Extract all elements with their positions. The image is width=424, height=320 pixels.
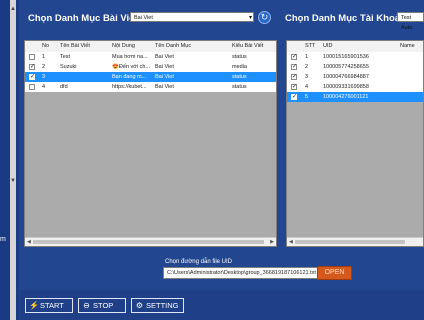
scroll-left-icon[interactable]: ◀ [289,238,293,246]
cell-title: dfd [60,84,68,90]
table-row[interactable]: ✓ 2 100005774258655 [287,62,423,72]
row-checkbox[interactable]: ✓ [291,94,297,100]
col-header-uid[interactable]: UID [323,41,391,52]
account-category-value: Test Auto [401,15,413,31]
cell-stt: 1 [305,54,309,60]
cell-type: status [232,74,247,80]
start-button[interactable]: ⚡START [25,298,73,313]
post-category-value: Bai Viet [134,15,153,21]
row-checkbox[interactable]: ✓ [291,54,297,60]
table-row[interactable]: 4 dfd https://kubet... Bai Viet status [25,82,276,92]
accounts-table: STT UID Name ✓ 1 100015165901536 ✓ 2 10000577… [286,40,424,247]
cell-name [400,62,423,72]
cell-category: Bai Viet [155,54,174,60]
cell-content: Bạn đang m... [112,74,147,80]
lightning-icon: ⚡ [29,301,39,310]
table-row[interactable]: ✓ 5 100004276001121 [287,92,423,102]
table-row[interactable]: ✓ 1 100015165901536 [287,52,423,62]
cell-type: media [232,64,247,70]
cell-uid: 100004276001121 [323,94,369,100]
hscroll-thumb[interactable] [33,240,264,244]
posts-table: No Tên Bài Viết Nội Dung Tên Danh Mục Ki… [24,40,277,247]
cell-name [400,72,423,82]
uid-file-label: Chọn đường dẫn file UID [165,259,232,265]
cell-type: status [232,84,247,90]
cell-no: 2 [42,64,46,70]
scroll-down-icon[interactable]: ▼ [10,178,16,184]
col-header-no[interactable]: No [42,41,56,52]
cell-name [400,82,423,92]
stop-button[interactable]: ⊖ STOP [78,298,126,313]
cell-title: Suzuki [60,64,77,70]
col-header-stt[interactable]: STT [305,41,321,52]
scroll-left-icon[interactable]: ◀ [27,238,31,246]
cell-stt: 4 [305,84,309,90]
cell-no: 4 [42,84,46,90]
cell-no: 3 [42,74,46,80]
accounts-table-hscroll[interactable]: ◀ [287,237,423,246]
setting-button[interactable]: ⚙ SETTING [131,298,184,313]
cell-category: Bai Viet [155,84,174,90]
cell-uid: 100004766984887 [323,74,369,80]
cell-title: Test [60,54,71,60]
col-header-category[interactable]: Tên Danh Mục [155,41,229,52]
stop-icon: ⊖ [83,301,90,310]
row-checkbox[interactable] [29,54,35,60]
cell-category: Bai Viet [155,64,174,70]
account-category-title: Chọn Danh Mục Tài Khoản [285,13,406,24]
cell-name [400,52,423,62]
refresh-button[interactable]: ↻ [258,11,271,24]
gear-icon: ⚙ [135,301,144,310]
cell-uid: 100009331699858 [323,84,369,90]
row-checkbox[interactable] [29,84,35,90]
hscroll-thumb[interactable] [295,240,405,244]
chevron-down-icon: ▾ [248,15,252,21]
post-category-title: Chọn Danh Mục Bài Viết [28,13,138,24]
stop-label: STOP [93,301,114,310]
scroll-up-icon[interactable]: ▲ [10,6,16,12]
cell-name [400,92,423,102]
table-row[interactable]: ✓ 3 100004766984887 [287,72,423,82]
table-row[interactable]: ✓ 2 Suzuki 😍Đến với ch... Bai Viet media [25,62,276,72]
table-row[interactable]: ✓ 4 100009331699858 [287,82,423,92]
row-checkbox[interactable]: ✓ [29,74,35,80]
col-header-type[interactable]: Kiểu Bài Viết [232,41,276,52]
cell-category: Bai Viet [155,74,174,80]
scroll-right-icon[interactable]: ▶ [270,238,274,246]
cell-content: 😍Đến với ch... [112,64,150,70]
table-row[interactable]: ✓ 3 Bạn đang m... Bai Viet status [25,72,276,82]
table-row[interactable]: 1 Test Mua hơm na... Bai Viet status [25,52,276,62]
cell-stt: 5 [305,94,309,100]
col-header-name[interactable]: Name [400,41,423,52]
side-strip-label: m [0,236,6,243]
start-label: START [40,301,64,310]
cell-no: 1 [42,54,46,60]
cell-title [60,72,112,82]
cell-content: https://kubet... [112,84,147,90]
refresh-icon: ↻ [260,12,269,22]
row-checkbox[interactable]: ✓ [291,74,297,80]
cell-stt: 2 [305,64,309,70]
post-category-select[interactable]: Bai Viet ▾ [130,12,254,22]
cell-stt: 3 [305,74,309,80]
account-category-select[interactable]: Test Auto [397,12,424,31]
side-scrollbar[interactable] [10,0,16,320]
posts-table-hscroll[interactable]: ◀ ▶ [25,237,276,246]
col-header-title[interactable]: Tên Bài Viết [60,41,112,52]
uid-file-path-input[interactable]: C:\Users\Administrator\Desktop\group_366… [163,267,325,279]
cell-type: status [232,54,247,60]
cell-uid: 100005774258655 [323,64,369,70]
open-file-button[interactable]: OPEN [317,266,352,280]
row-checkbox[interactable]: ✓ [29,64,35,70]
cell-uid: 100015165901536 [323,54,369,60]
cell-content: Mua hơm na... [112,54,148,60]
row-checkbox[interactable]: ✓ [291,64,297,70]
setting-label: SETTING [146,301,179,310]
col-header-content[interactable]: Nội Dung [112,41,154,52]
row-checkbox[interactable]: ✓ [291,84,297,90]
